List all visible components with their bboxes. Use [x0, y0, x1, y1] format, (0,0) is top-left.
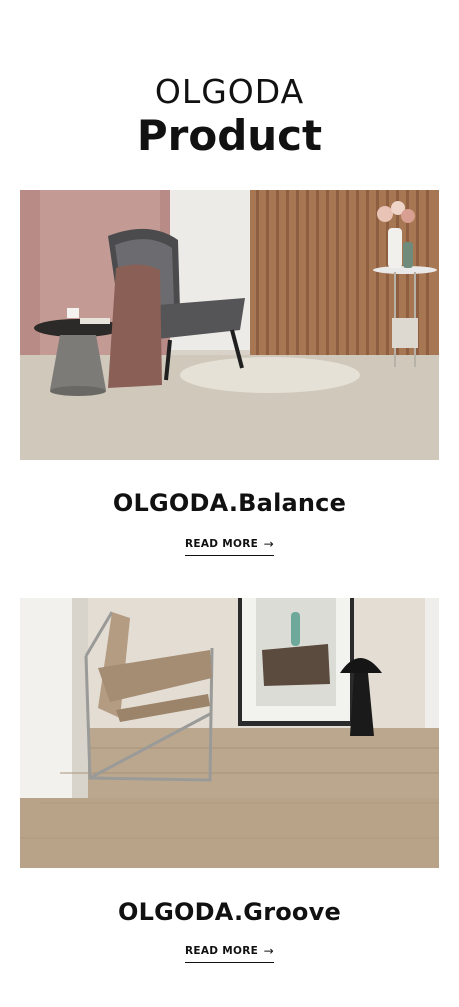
read-more-label: READ MORE [185, 945, 259, 957]
read-more-link-groove[interactable]: READ MORE → [185, 944, 274, 963]
arrow-right-icon: → [263, 944, 274, 958]
page-title: Product [136, 111, 323, 160]
product-image-groove[interactable] [20, 598, 439, 868]
read-more-link-balance[interactable]: READ MORE → [185, 537, 274, 556]
product-image-balance[interactable] [20, 190, 439, 460]
product-name-groove: OLGODA.Groove [118, 898, 341, 926]
read-more-label: READ MORE [185, 538, 259, 550]
arrow-right-icon: → [263, 537, 274, 551]
product-name-balance: OLGODA.Balance [112, 489, 347, 517]
brand-name: OLGODA [154, 72, 305, 111]
page-header: OLGODA Product [0, 0, 459, 160]
